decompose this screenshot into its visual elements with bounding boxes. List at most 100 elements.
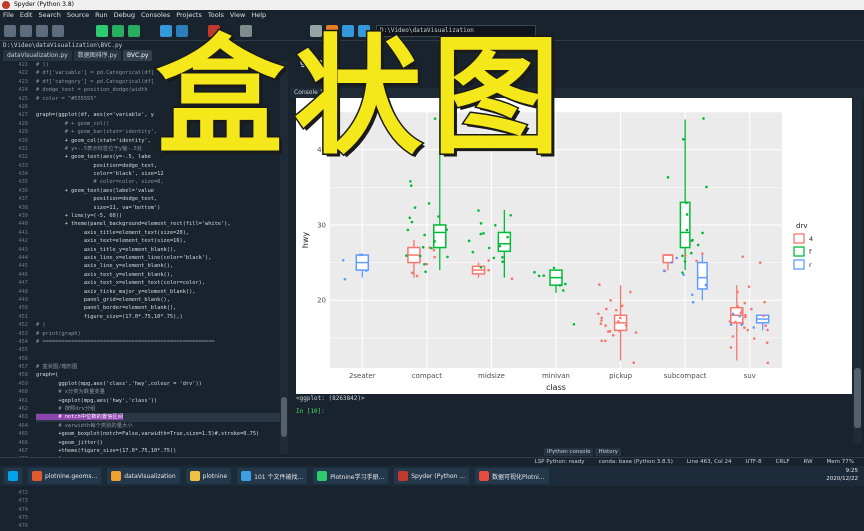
code-line[interactable]: position=dodge_text,: [36, 195, 280, 203]
run-cell-advance-icon[interactable]: [128, 25, 140, 37]
code-text: size=11, va='bottom'): [36, 204, 161, 211]
editor-tab[interactable]: dataVisualization.py: [3, 50, 72, 61]
code-line[interactable]: # color=color, size=8,: [36, 178, 280, 186]
menu-file[interactable]: File: [3, 10, 14, 21]
menu-edit[interactable]: Edit: [20, 10, 33, 21]
code-line[interactable]: +geom_boxplot(notch=False,varwidth=True,…: [36, 430, 280, 438]
code-line[interactable]: [36, 497, 280, 505]
code-line[interactable]: ggplot(mpg,aes('class','hwy',colour = 'd…: [36, 380, 280, 388]
menu-projects[interactable]: Projects: [176, 10, 202, 21]
code-line[interactable]: +geplot(mpg,aes('hwy','class')): [36, 397, 280, 405]
taskbar-app[interactable]: plotnine.geoms...: [28, 468, 102, 484]
taskbar-app[interactable]: dataVisualization: [107, 468, 180, 484]
code-line[interactable]: + geom_text(aes(label='value: [36, 187, 280, 195]
code-line[interactable]: figure_size=(17.0*.75,10*.75),): [36, 313, 280, 321]
save-icon[interactable]: [36, 25, 48, 37]
jitter-point: [510, 277, 514, 281]
clock-date: 2020/12/22: [826, 476, 858, 482]
code-line[interactable]: # print(graph): [36, 330, 280, 338]
menu-tools[interactable]: Tools: [208, 10, 224, 21]
code-line[interactable]: panel_grid=element_blank(),: [36, 296, 280, 304]
code-line[interactable]: # 盒状图/箱形图: [36, 363, 280, 371]
taskbar-app-label: Plotnine学习手册...: [330, 473, 385, 481]
code-line[interactable]: + lims(y=(-5, 60)): [36, 212, 280, 220]
jitter-point: [405, 254, 408, 257]
jitter-point: [424, 270, 427, 274]
editor-scroll-thumb[interactable]: [281, 397, 287, 437]
menu-view[interactable]: View: [230, 10, 245, 21]
taskbar-clock[interactable]: 9:25 2020/12/22: [826, 467, 858, 483]
code-line[interactable]: axis_ticks_major_y=element_blank(),: [36, 288, 280, 296]
taskbar-app[interactable]: plotnine: [185, 468, 232, 484]
start-button[interactable]: [4, 468, 22, 484]
console-prompt[interactable]: In [10]:: [296, 408, 325, 415]
menu-consoles[interactable]: Consoles: [141, 10, 170, 21]
code-line[interactable]: graph=(: [36, 371, 280, 379]
code-line[interactable]: axis_line_y=element_blank(),: [36, 262, 280, 270]
jitter-point: [542, 274, 546, 277]
pane-tab[interactable]: History: [595, 448, 622, 456]
jitter-point: [479, 232, 483, 236]
code-line[interactable]: # 按照drv分组: [36, 405, 280, 413]
code-line[interactable]: [36, 506, 280, 514]
console-scroll-thumb[interactable]: [854, 368, 861, 428]
pane-tab[interactable]: IPython console: [544, 448, 594, 456]
code-line[interactable]: size=11, va='bottom'): [36, 204, 280, 212]
code-line[interactable]: axis_text=element_text(size=16),: [36, 237, 280, 245]
menu-help[interactable]: Help: [251, 10, 266, 21]
jitter-point: [683, 260, 687, 263]
status-item: RW: [803, 459, 813, 465]
code-line[interactable]: [36, 355, 280, 363]
code-line[interactable]: # ): [36, 321, 280, 329]
code-line[interactable]: [36, 514, 280, 522]
console-scrollbar[interactable]: [853, 98, 862, 443]
code-line[interactable]: axis_title_y=element_blank(),: [36, 246, 280, 254]
jitter-point: [729, 346, 733, 349]
line-number: 461: [18, 397, 28, 404]
code-line[interactable]: # notch中位数的置信区间: [36, 413, 280, 422]
code-line[interactable]: # ======================================…: [36, 338, 280, 346]
jitter-point: [494, 223, 497, 227]
code-line[interactable]: +geom_jitter(): [36, 439, 280, 447]
menu-run[interactable]: Run: [95, 10, 107, 21]
new-file-icon[interactable]: [4, 25, 16, 37]
editor-tab[interactable]: BVC.py: [122, 50, 153, 61]
line-number-gutter: 421 422 423 424 425 426 427 428 429 430 431 432 433 4…: [0, 61, 32, 529]
x-tick-label: minivan: [542, 372, 570, 380]
taskbar-app[interactable]: 数据可视化Plotni...: [475, 468, 549, 484]
code-line[interactable]: axis_line_x=element_line(color='black'),: [36, 254, 280, 262]
code-line[interactable]: [36, 346, 280, 354]
menu-search[interactable]: Search: [38, 10, 60, 21]
jitter-point: [408, 216, 412, 220]
editor-tab[interactable]: 数据图排序.py: [73, 50, 121, 61]
taskbar-app[interactable]: 101 个文件被找...: [237, 468, 308, 484]
code-line[interactable]: panel_border=element_blank(),: [36, 304, 280, 312]
jitter-point: [758, 261, 762, 264]
code-line[interactable]: + theme(panel_background=element_rect(fi…: [36, 220, 280, 228]
code-line[interactable]: # x分类为数量变量: [36, 388, 280, 396]
code-line[interactable]: axis_text_x=element_text(color=color),: [36, 279, 280, 287]
line-number: 427: [18, 112, 28, 119]
code-line[interactable]: # varwidth每个类别的量大小: [36, 422, 280, 430]
taskbar-app[interactable]: Plotnine学习手册...: [313, 468, 389, 484]
jitter-point: [696, 243, 700, 247]
jitter-point: [695, 259, 698, 263]
jitter-point: [423, 262, 426, 266]
run-cell-icon[interactable]: [112, 25, 124, 37]
run-icon[interactable]: [96, 25, 108, 37]
code-text: axis_title=element_text(size=20),: [36, 229, 190, 236]
code-line[interactable]: axis_title=element_text(size=20),: [36, 229, 280, 237]
code-line[interactable]: axis_text_y=element_blank(),: [36, 271, 280, 279]
jitter-point: [599, 322, 603, 325]
code-line[interactable]: [36, 522, 280, 530]
open-file-icon[interactable]: [20, 25, 32, 37]
code-line[interactable]: +theme(figure_size=(17.0*.75,10*.75)): [36, 447, 280, 455]
menu-debug[interactable]: Debug: [114, 10, 135, 21]
line-number: 454: [18, 338, 28, 345]
jitter-point: [479, 266, 483, 269]
menu-source[interactable]: Source: [67, 10, 89, 21]
taskbar-app[interactable]: Spyder (Python ...: [394, 468, 470, 484]
code-line[interactable]: [36, 489, 280, 497]
jitter-point: [617, 320, 620, 323]
save-all-icon[interactable]: [52, 25, 64, 37]
